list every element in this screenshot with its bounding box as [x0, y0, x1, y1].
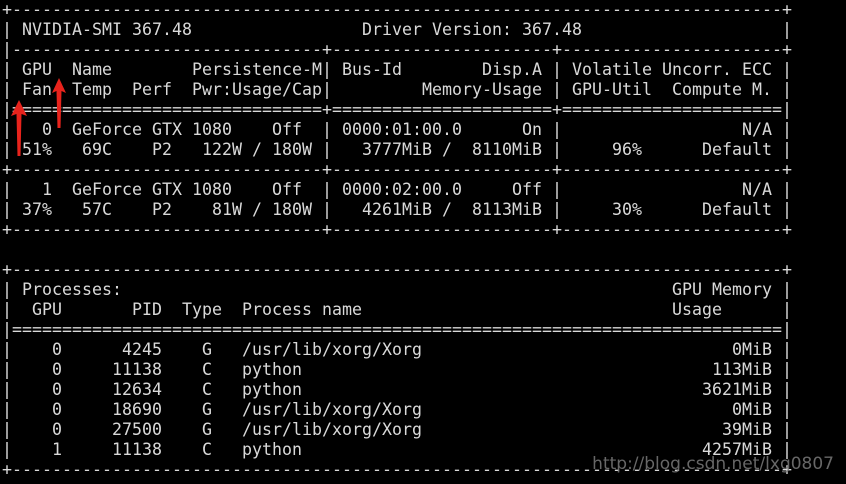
- terminal-line: | 1 GeForce GTX 1080 Off | 0000:02:00.0 …: [2, 180, 792, 199]
- terminal-line: | 37% 57C P2 81W / 180W | 4261MiB / 8113…: [2, 200, 792, 219]
- terminal-line: | Fan Temp Perf Pwr:Usage/Cap| Memory-Us…: [2, 80, 792, 99]
- terminal-line: +---------------------------------------…: [2, 0, 792, 19]
- terminal-line: | 0 4245 G /usr/lib/xorg/Xorg 0MiB |: [2, 340, 792, 359]
- terminal-output: +---------------------------------------…: [2, 0, 792, 480]
- terminal-line: | GPU Name Persistence-M| Bus-Id Disp.A …: [2, 60, 792, 79]
- red-up-arrow-icon: [11, 100, 27, 156]
- red-up-arrow-icon: [52, 78, 66, 128]
- terminal-line: | 0 27500 G /usr/lib/xorg/Xorg 39MiB |: [2, 420, 792, 439]
- terminal-line: +-------------------------------+-------…: [2, 220, 792, 239]
- terminal-line: |===============================+=======…: [2, 100, 792, 119]
- terminal-line: | 0 18690 G /usr/lib/xorg/Xorg 0MiB |: [2, 400, 792, 419]
- terminal-line: | Processes: GPU Memory |: [2, 280, 792, 299]
- terminal-line: | 51% 69C P2 122W / 180W | 3777MiB / 811…: [2, 140, 792, 159]
- terminal-line: | 0 GeForce GTX 1080 Off | 0000:01:00.0 …: [2, 120, 792, 139]
- terminal-line: | 0 12634 C python 3621MiB |: [2, 380, 792, 399]
- terminal-line: | NVIDIA-SMI 367.48 Driver Version: 367.…: [2, 20, 792, 39]
- terminal-line: +-------------------------------+-------…: [2, 160, 792, 179]
- terminal-line: | GPU PID Type Process name Usage |: [2, 300, 792, 319]
- terminal-line: |-------------------------------+-------…: [2, 40, 792, 59]
- terminal-line: |=======================================…: [2, 320, 792, 339]
- terminal-line: | 0 11138 C python 113MiB |: [2, 360, 792, 379]
- watermark-url: http://blog.csdn.net/lxg0807: [592, 454, 834, 474]
- terminal-line: +---------------------------------------…: [2, 260, 792, 279]
